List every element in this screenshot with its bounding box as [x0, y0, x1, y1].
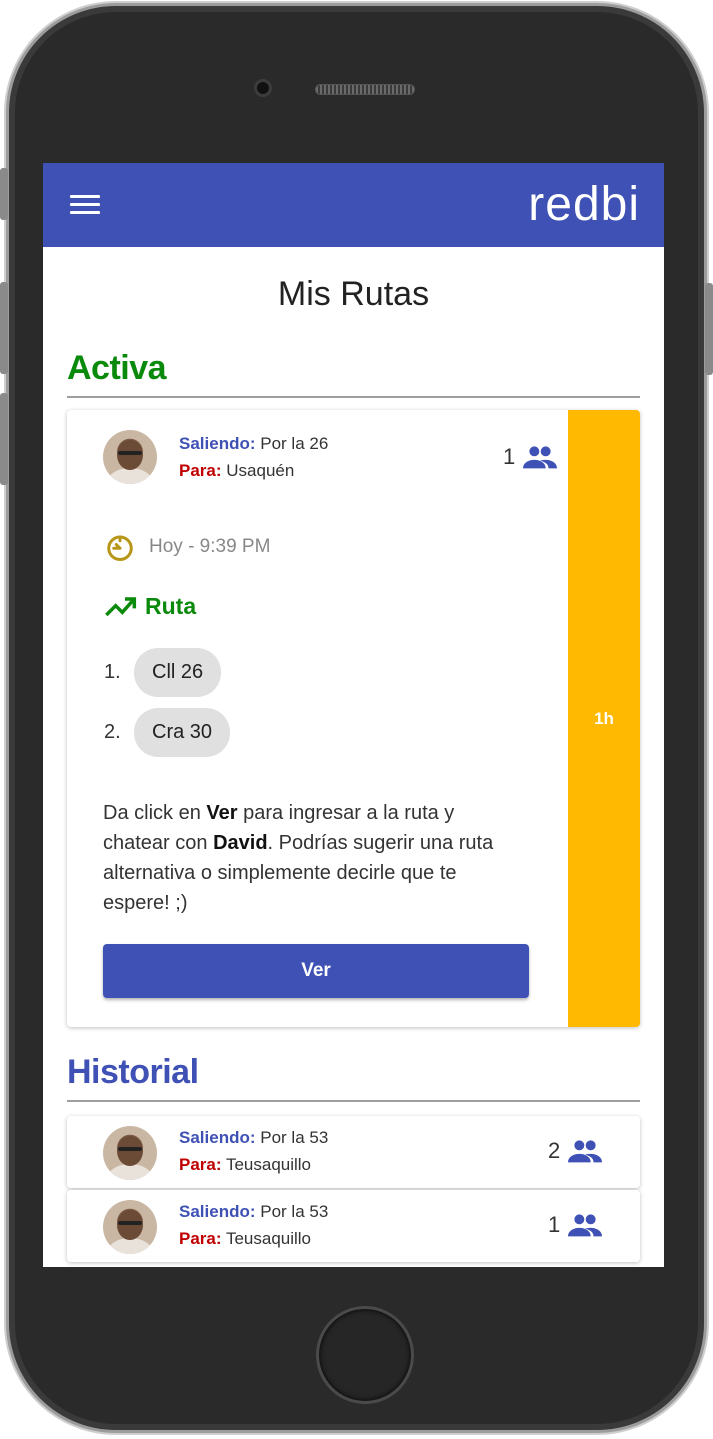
route-summary: Saliendo: Por la 26 Para: Usaquén — [179, 430, 328, 484]
route-label: Ruta — [145, 593, 197, 619]
stop-chip[interactable]: Cra 30 — [134, 708, 231, 757]
stop-number: 1. — [104, 661, 121, 683]
departure-time: Hoy - 9:39 PM — [105, 532, 270, 562]
from-value: Por la 26 — [260, 434, 329, 453]
route-summary: Saliendo: Por la 53 Para: Teusaquillo — [179, 1128, 329, 1174]
active-route-card: Saliendo: Por la 26 Para: Usaquén 1 Hoy … — [67, 410, 640, 1027]
volume-up-button — [0, 282, 8, 374]
people-count: 1 — [503, 444, 558, 470]
stop-chip[interactable]: Cll 26 — [134, 648, 222, 697]
people-icon — [568, 1214, 603, 1237]
earpiece-speaker — [315, 84, 415, 95]
menu-icon[interactable] — [70, 195, 100, 217]
route-instructions: Da click en Ver para ingresar a la ruta … — [103, 802, 494, 914]
volume-down-button — [0, 393, 8, 485]
people-count-value: 1 — [503, 444, 516, 469]
to-label: Para: — [179, 461, 222, 480]
stop-number: 2. — [104, 721, 121, 743]
to-value: Usaquén — [226, 461, 295, 480]
section-title-active: Activa — [67, 349, 640, 398]
section-title-history: Historial — [67, 1053, 640, 1102]
trending-up-icon — [105, 596, 137, 616]
time-text: Hoy - 9:39 PM — [149, 536, 271, 557]
people-count: 2 — [548, 1138, 603, 1164]
from-label: Saliendo: — [179, 434, 256, 453]
history-item[interactable]: Saliendo: Por la 53 Para: Teusaquillo 1 — [67, 1190, 640, 1262]
app-logo: redbi — [528, 178, 640, 231]
time-remaining-label: 1h — [594, 708, 614, 728]
people-icon — [568, 1140, 603, 1163]
page-title: Mis Rutas — [277, 275, 430, 313]
time-remaining-bar: 1h — [568, 410, 640, 1027]
avatar — [103, 430, 157, 484]
route-stop: 2. Cra 30 — [104, 708, 231, 757]
route-stop: 1. Cll 26 — [104, 648, 222, 697]
power-button — [705, 283, 713, 375]
history-item[interactable]: Saliendo: Por la 53 Para: Teusaquillo 2 — [67, 1116, 640, 1188]
app-screen: redbi Mis Rutas Activa Saliendo: Por la … — [43, 163, 664, 1267]
app-bar: redbi — [43, 163, 664, 247]
people-count: 1 — [548, 1212, 603, 1238]
home-button[interactable] — [316, 1306, 414, 1404]
mute-switch — [0, 168, 8, 220]
timer-icon — [107, 535, 133, 561]
view-route-button[interactable]: Ver — [103, 944, 529, 998]
people-icon — [523, 446, 558, 469]
avatar — [103, 1200, 157, 1254]
route-heading: Ruta — [105, 593, 196, 620]
avatar — [103, 1126, 157, 1180]
route-summary: Saliendo: Por la 53 Para: Teusaquillo — [179, 1202, 329, 1248]
front-camera — [254, 79, 272, 97]
